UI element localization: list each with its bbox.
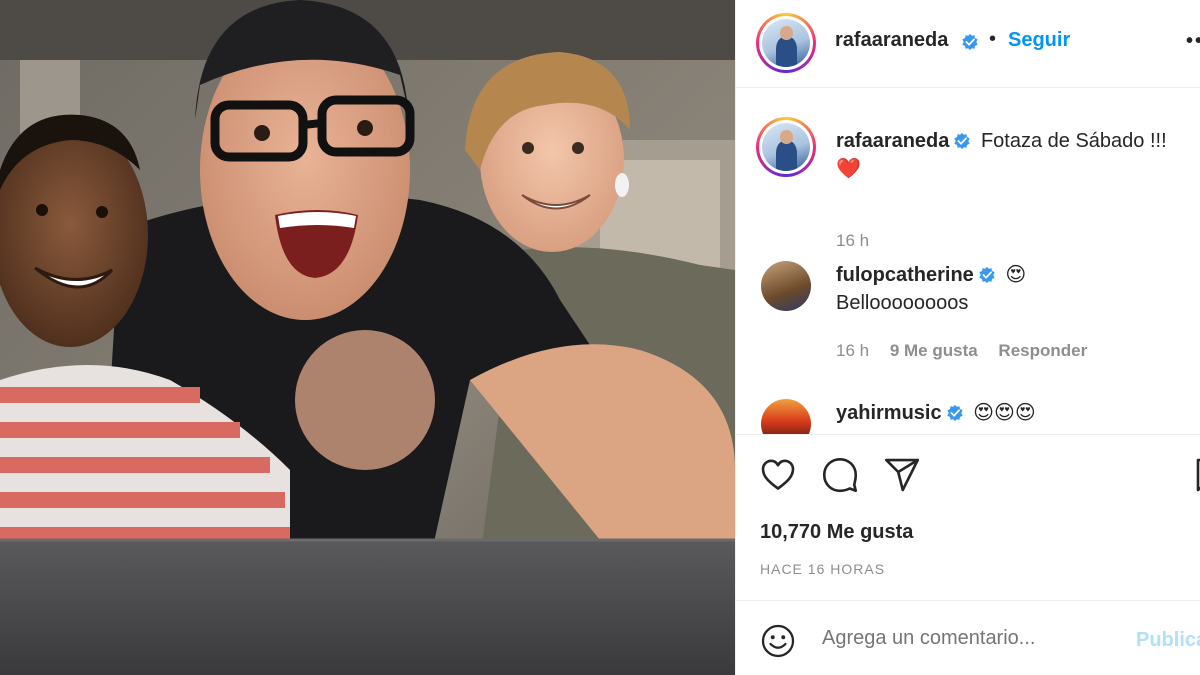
comment-likes[interactable]: 9 Me gusta [890, 341, 978, 360]
comment-composer: Publicar [736, 600, 1200, 675]
caption-author-avatar[interactable] [756, 117, 816, 177]
comment-meta: 16 h 9 Me gusta Responder [836, 341, 1103, 361]
post-side-panel: rafaaraneda • Seguir ••• rafaaraneda Fot… [735, 0, 1200, 675]
heart-emoji: ❤️ [836, 158, 861, 180]
action-icons [760, 457, 1200, 497]
comment-bubble-icon[interactable] [822, 457, 858, 493]
selfie-image [0, 0, 735, 675]
caption-text: Fotaza de Sábado !!! [980, 130, 1167, 152]
author-avatar[interactable] [756, 13, 816, 73]
comments-list[interactable]: rafaaraneda Fotaza de Sábado !!! ❤️ 16 h… [736, 89, 1200, 434]
comment-username[interactable]: yahirmusic [836, 402, 942, 424]
comment-emoji: 😍 [1005, 264, 1027, 286]
comment-text: Belloooooooos [836, 292, 969, 314]
author-username[interactable]: rafaaraneda [835, 29, 948, 52]
comment-emoji: 😍😍😍 [973, 402, 1036, 424]
bookmark-icon[interactable] [1192, 457, 1200, 493]
caption-meta: 16 h [836, 231, 885, 251]
caption-username[interactable]: rafaaraneda [836, 130, 949, 152]
comment-time[interactable]: 16 h [836, 341, 869, 360]
publish-button[interactable]: Publicar [1136, 629, 1200, 652]
post-timestamp[interactable]: HACE 16 HORAS [760, 561, 885, 577]
header-separator: • [989, 28, 997, 50]
verified-badge-icon [962, 33, 978, 51]
caption-body: rafaaraneda Fotaza de Sábado !!! ❤️ [836, 127, 1200, 183]
caption-time[interactable]: 16 h [836, 231, 869, 250]
comment-input[interactable] [822, 627, 1122, 650]
paper-plane-icon[interactable] [884, 457, 920, 493]
verified-badge-icon [954, 132, 971, 150]
post-photo[interactable] [0, 0, 735, 675]
follow-button[interactable]: Seguir [1008, 29, 1070, 52]
heart-icon[interactable] [760, 457, 796, 493]
commenter-avatar[interactable] [761, 399, 811, 434]
smiley-icon[interactable] [760, 623, 796, 659]
post-header: rafaaraneda • Seguir ••• [736, 0, 1200, 88]
comment-body: fulopcatherine 😍 Belloooooooos [836, 261, 1200, 317]
comment-body: yahirmusic 😍😍😍 [836, 399, 1200, 427]
comment-username[interactable]: fulopcatherine [836, 264, 974, 286]
verified-badge-icon [979, 266, 995, 284]
like-count[interactable]: 10,770 Me gusta [760, 521, 913, 544]
reply-button[interactable]: Responder [998, 341, 1087, 360]
commenter-avatar[interactable] [761, 261, 811, 311]
verified-badge-icon [946, 404, 963, 422]
more-options-icon[interactable]: ••• [1186, 30, 1200, 53]
